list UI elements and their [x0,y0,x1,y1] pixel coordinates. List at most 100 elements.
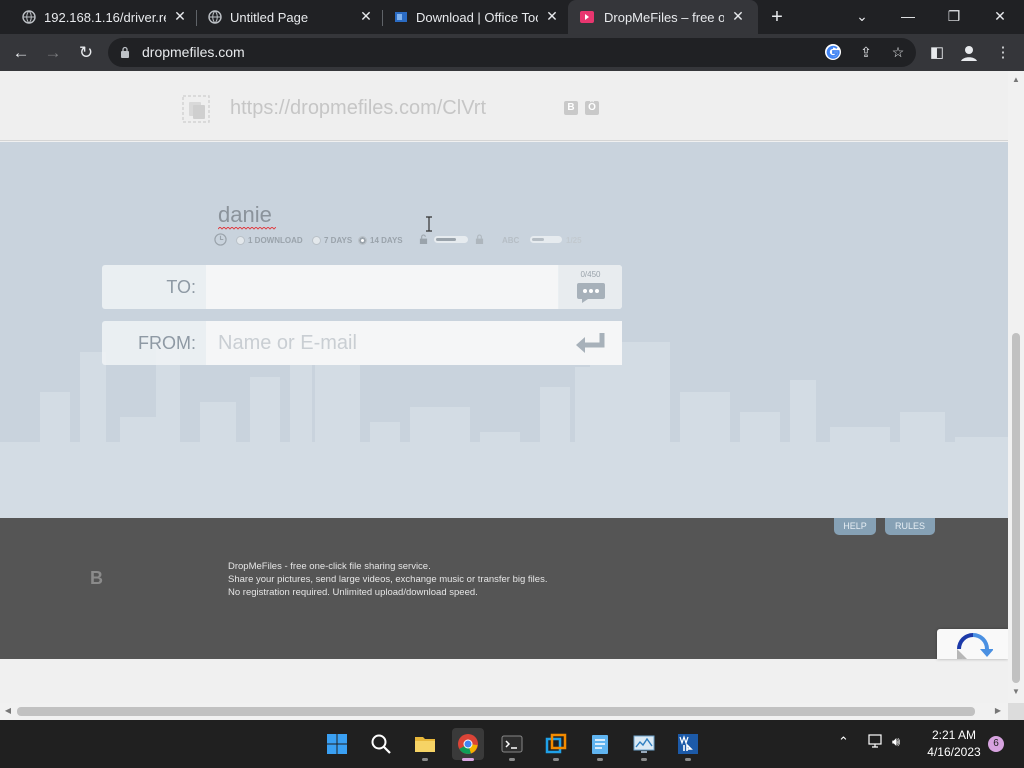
scroll-left-icon[interactable]: ◀ [0,706,16,715]
show-hidden-icons-icon[interactable]: ⌃ [838,734,849,750]
tab-title: DropMeFiles – free one-click file sharin… [604,10,724,25]
running-indicator [641,758,647,761]
bookmark-star-icon[interactable]: ☆ [889,43,907,61]
clock-icon [214,233,227,246]
horizontal-scrollbar[interactable]: ◀ ▶ [0,703,1008,720]
taskbar-chrome[interactable] [452,728,484,761]
help-button[interactable]: HELP [834,518,876,535]
to-row: TO: 0/450 [102,265,622,309]
taskbar-terminal[interactable] [496,728,528,761]
abc-text: ABC [502,235,520,245]
menu-icon[interactable]: ⋮ [990,40,1016,66]
from-label: FROM: [138,333,196,353]
tab-search-icon[interactable]: ⌄ [850,4,874,28]
google-icon[interactable] [824,43,842,61]
horizontal-scroll-thumb[interactable] [17,707,975,716]
start-button[interactable] [321,728,353,760]
vk-share-icon[interactable]: B [564,101,578,115]
scroll-up-icon[interactable]: ▲ [1008,75,1024,84]
forward-icon[interactable]: → [40,40,66,66]
clock-time[interactable]: 2:21 AM [924,728,984,742]
tab-strip: 192.168.1.16/driver.reg ✕ Untitled Page … [0,0,1024,34]
rules-button[interactable]: RULES [885,518,935,535]
ok-share-icon[interactable]: Ö [585,101,599,115]
url-text: dropmefiles.com [142,44,245,60]
notification-badge[interactable]: 6 [988,736,1004,752]
close-icon[interactable]: ✕ [730,8,746,24]
page-viewport: https://dropmefiles.com/ClVrt B Ö 1 DOWN… [0,71,1008,703]
share-icon[interactable]: ⇪ [857,43,875,61]
scroll-right-icon[interactable]: ▶ [990,706,1006,715]
scrollbar-corner [1008,703,1024,720]
side-panel-icon[interactable]: ◧ [924,40,950,66]
terminal-icon [501,735,523,753]
vertical-scrollbar[interactable]: ▲ ▼ [1008,71,1024,703]
volume-icon[interactable]: 🔊︎ [892,734,900,750]
recaptcha-icon [957,633,993,659]
abc-slider[interactable] [530,236,562,243]
reload-icon[interactable]: ↻ [73,40,99,66]
resource-monitor-icon [633,735,655,753]
taskbar-notepad[interactable] [584,728,616,761]
radio-icon [358,235,367,245]
taskbar-wb14[interactable] [672,728,704,761]
office-tool-icon [395,12,407,22]
footer-text-line: No registration required. Unlimited uplo… [228,587,478,598]
running-indicator [553,758,559,761]
taskbar-search-button[interactable] [365,728,397,760]
browser-toolbar: ← → ↻ dropmefiles.com ⇪ ☆ ◧ ⋮ [0,34,1024,71]
tab-dropmefiles[interactable]: DropMeFiles – free one-click file sharin… [568,0,758,34]
from-input[interactable] [206,321,622,365]
page-footer: HELP RULES B DropMeFiles - free one-clic… [0,518,1008,659]
spellcheck-underline [218,227,276,230]
lock-icon [121,46,129,58]
tab-driver-reg[interactable]: 192.168.1.16/driver.reg ✕ [0,0,196,34]
text-cursor-icon [426,216,432,232]
share-url[interactable]: https://dropmefiles.com/ClVrt [230,97,486,120]
option-one-download[interactable]: 1 DOWNLOAD [236,232,303,248]
option-seven-days[interactable]: 7 DAYS [312,232,352,248]
to-label: TO: [166,277,196,297]
slider-fill [436,238,456,241]
taskbar-vmware[interactable] [540,728,572,761]
running-indicator [685,758,691,761]
message-button[interactable]: 0/450 [559,265,622,309]
recaptcha-badge[interactable] [937,629,1008,659]
start-icon [327,734,347,754]
lock-icon [475,234,484,244]
footer-text-line: Share your pictures, send large videos, … [228,574,548,585]
tab-office-tool[interactable]: Download | Office Tool ✕ [372,0,568,34]
close-icon[interactable]: ✕ [544,8,560,24]
password-slider[interactable] [434,236,468,243]
vmware-icon [545,733,567,754]
back-icon[interactable]: ← [8,40,34,66]
taskbar-resource-monitor[interactable] [628,728,660,761]
restore-icon[interactable]: ❐ [942,4,966,28]
running-indicator [422,758,428,761]
copy-link-icon[interactable] [180,93,212,125]
minimize-icon[interactable]: — [896,4,920,28]
option-label: 14 DAYS [370,235,403,245]
option-fourteen-days[interactable]: 14 DAYS [358,232,403,248]
taskbar-file-explorer[interactable] [409,728,441,761]
radio-icon [312,235,321,245]
abc-count: 1/25 [566,232,582,248]
new-tab-button[interactable]: + [766,6,788,28]
running-indicator [597,758,603,761]
tab-untitled-page[interactable]: Untitled Page ✕ [186,0,382,34]
tab-title: 192.168.1.16/driver.reg [44,10,166,25]
file-explorer-icon [415,737,435,752]
close-window-icon[interactable]: ✕ [988,4,1012,28]
clock-date[interactable]: 4/16/2023 [921,745,987,759]
address-bar[interactable]: dropmefiles.com ⇪ ☆ [108,38,916,67]
abc-count-text: 1/25 [566,235,582,245]
enter-arrow-icon[interactable] [572,331,608,357]
network-icon[interactable] [868,734,884,748]
profile-icon[interactable] [956,40,982,66]
wb14-icon [678,734,698,754]
scroll-down-icon[interactable]: ▼ [1008,687,1024,696]
message-bubble-icon [577,283,605,303]
vertical-scroll-thumb[interactable] [1012,333,1020,683]
to-input[interactable] [206,265,558,309]
vk-logo-icon[interactable]: B [90,568,108,588]
